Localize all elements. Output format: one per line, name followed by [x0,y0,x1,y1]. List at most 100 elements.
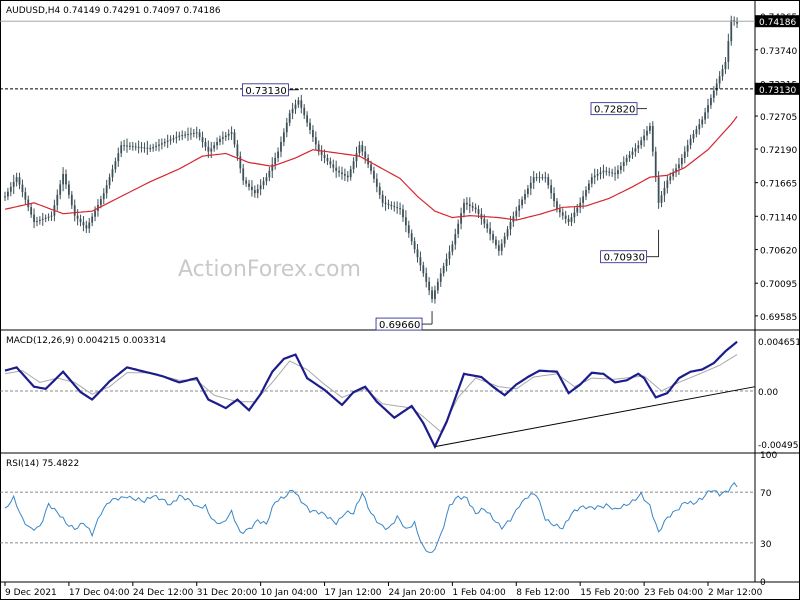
price-bar [399,202,401,215]
price-bar [9,182,12,197]
price-bar [489,222,492,241]
price-bar [556,198,558,213]
macd-tick-label: -0.004956 [758,441,800,451]
price-bar [62,167,64,192]
price-bar [492,230,494,244]
rsi-tick-label: 30 [760,540,772,550]
price-bar [692,130,695,143]
price-bar [245,177,248,187]
price-bar [686,139,689,157]
price-bar [393,201,396,212]
price-bar [227,129,230,141]
price-bar [724,57,727,74]
price-bar [596,169,599,181]
price-bar [309,118,311,135]
price-bar [457,219,460,239]
price-bar [50,211,53,221]
rsi-panel: 100 70 30 0 RSI(14) 75.4822 [0,451,777,588]
price-bar [88,217,91,234]
price-bar [678,157,680,175]
price-bar [465,197,468,211]
price-bar [358,141,361,158]
level-line-tag-label: 0.73130 [759,86,796,96]
price-bar [381,190,384,208]
price-bar [129,142,131,150]
price-bar [256,184,259,199]
price-bar [85,220,88,233]
rsi-tick-label: 70 [760,489,772,499]
price-bar [265,173,268,186]
price-bar [454,228,457,250]
price-bar [137,140,140,154]
price-bar [407,220,410,238]
time-tick-label: 10 Jan 04:00 [261,588,318,598]
price-panel: ActionForex.com 0.73130 0.69660 0.72820 0.70… [0,6,799,331]
price-bar [239,151,242,174]
price-bar [541,173,544,181]
price-bar [445,253,448,272]
price-bar [721,64,724,81]
price-bar [134,142,137,151]
price-bar [460,207,462,230]
price-bar [590,173,593,188]
price-bar [486,219,489,233]
price-annotation: 0.72820 [590,102,648,116]
time-tick-label: 31 Dec 20:00 [197,588,258,598]
price-bar [36,216,38,227]
price-bar [332,159,335,173]
price-bar [30,203,33,218]
price-bar [320,145,323,162]
price-bar [68,180,70,199]
price-bar [158,138,160,152]
price-bar [503,232,506,248]
time-tick-label: 15 Feb 20:00 [580,588,639,598]
price-bar [564,210,567,224]
price-bar [349,165,352,181]
price-bar [651,121,654,157]
price-bar [143,142,146,153]
price-bar [111,164,114,182]
time-tick-label: 17 Jan 12:00 [325,588,382,598]
price-bar [282,128,285,147]
price-bar [553,187,555,208]
price-bar [341,166,343,180]
price-bar [314,131,317,151]
price-bar [634,143,637,157]
price-bar [91,213,94,227]
price-tick-label: 0.69585 [760,313,797,323]
price-bar [335,160,338,178]
price-bar [38,216,41,225]
price-bar [163,138,166,147]
price-bar [567,215,570,226]
price-bar [288,109,291,127]
price-bar [102,188,105,205]
price-bar [614,166,616,181]
price-bar [343,168,346,182]
price-bar [468,197,471,214]
price-bar [663,181,666,203]
price-bar [439,268,442,287]
price-bar [736,17,738,29]
price-bar [291,102,294,120]
price-bar [285,117,288,138]
macd-line [4,340,738,450]
price-bar [65,169,67,189]
annotation-label: 0.72820 [594,105,635,116]
price-bar [146,140,149,155]
price-bar [56,189,59,211]
price-bar [605,166,608,176]
current-price-tag: 0.74186 [755,15,799,28]
rsi-line [4,481,738,553]
price-bar [617,165,619,179]
price-bar [570,213,573,227]
price-bar [561,208,564,220]
price-bar [608,167,611,177]
price-bar [611,168,614,177]
annotation-label: 0.73130 [245,86,286,97]
price-bar [532,171,535,190]
price-bar [120,141,123,158]
price-bar [518,199,521,218]
price-bar [18,172,21,190]
price-bar [355,146,358,168]
price-bar [213,141,216,152]
